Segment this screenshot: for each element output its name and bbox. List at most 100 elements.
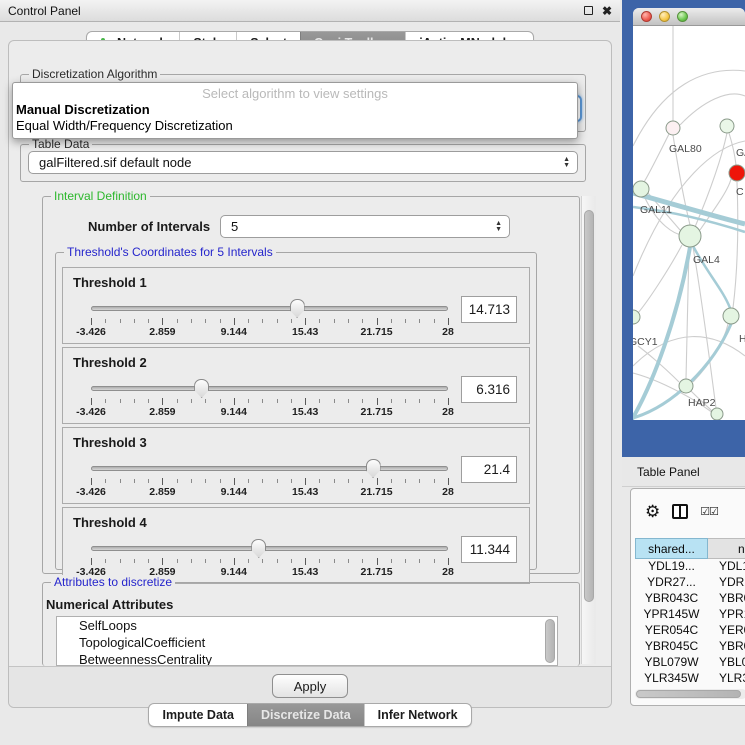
network-node[interactable] [679, 225, 701, 247]
threshold-slider-track[interactable] [91, 386, 448, 391]
thresholds-group-label: Threshold's Coordinates for 5 Intervals [64, 245, 276, 259]
table-horizontal-scrollbar[interactable] [635, 689, 745, 699]
threshold-slider-thumb[interactable] [366, 459, 381, 478]
network-node[interactable] [666, 121, 680, 135]
slider-tick [177, 559, 178, 563]
threshold-slider-thumb[interactable] [194, 379, 209, 398]
table-panel-toolbar: ⚙ ☑☑ [631, 489, 745, 533]
threshold-value-field[interactable]: 11.344 [461, 536, 517, 563]
zoom-traffic-light-icon[interactable] [677, 11, 688, 22]
slider-tick [220, 559, 221, 563]
threshold-slider-track[interactable] [91, 466, 448, 471]
threshold-panel-1: Threshold 1-3.4262.8599.14415.4321.71528… [62, 267, 530, 344]
algorithm-option-manual[interactable]: Manual Discretization [13, 101, 577, 117]
slider-tick [91, 478, 92, 485]
interval-definition-label: Interval Definition [51, 189, 150, 203]
apply-button[interactable]: Apply [272, 674, 348, 698]
table-row[interactable]: YDR27...YDR2 [635, 575, 745, 591]
cell-name: YBR0 [708, 639, 745, 655]
slider-tick [248, 399, 249, 403]
network-node-label: GAL80 [669, 143, 702, 155]
algorithm-placeholder-option[interactable]: Select algorithm to view settings [13, 83, 577, 101]
discretization-algorithm-label: Discretization Algorithm [29, 67, 160, 81]
slider-tick [419, 399, 420, 403]
tab-infer-network[interactable]: Infer Network [364, 704, 471, 726]
network-node[interactable] [679, 379, 693, 393]
slider-tick [162, 398, 163, 405]
slider-tick [162, 478, 163, 485]
attribute-list-item[interactable]: TopologicalCoefficient [57, 634, 557, 651]
threshold-slider-track[interactable] [91, 306, 448, 311]
threshold-value-field[interactable]: 21.4 [461, 456, 517, 483]
network-node[interactable] [633, 181, 649, 197]
cell-shared-name: YBR045C [635, 639, 708, 655]
slider-tick [220, 399, 221, 403]
network-node[interactable] [729, 165, 745, 181]
tab-impute-data[interactable]: Impute Data [149, 704, 247, 726]
table-row[interactable]: YLR345WYLR3 [635, 671, 745, 687]
slider-tick [134, 479, 135, 483]
slider-tick [191, 559, 192, 563]
minimize-traffic-light-icon[interactable] [659, 11, 670, 22]
slider-tick [362, 479, 363, 483]
threshold-slider-thumb[interactable] [290, 299, 305, 318]
table-row[interactable]: YDL19...YDL1 [635, 559, 745, 575]
network-node[interactable] [711, 408, 723, 420]
slider-tick [348, 479, 349, 483]
slider-tick [105, 479, 106, 483]
select-columns-icon[interactable]: ☑☑ [700, 505, 718, 518]
slider-scale-label: 21.715 [361, 326, 393, 338]
threshold-value-field[interactable]: 6.316 [461, 376, 517, 403]
table-panel-title: Table Panel [637, 465, 700, 479]
cell-name: YBR0 [708, 591, 745, 607]
table-row[interactable]: YBL079WYBL0 [635, 655, 745, 671]
slider-tick [191, 399, 192, 403]
bottom-tab-group: Impute DataDiscretize DataInfer Network [148, 703, 471, 727]
threshold-panel-3: Threshold 3-3.4262.8599.14415.4321.71528… [62, 427, 530, 504]
table-panel: ⚙ ☑☑ shared... na YDL19...YDL1YDR27...YD… [630, 488, 745, 706]
network-node[interactable] [723, 308, 739, 324]
numerical-attributes-list[interactable]: SelfLoopsTopologicalCoefficientBetweenne… [56, 616, 558, 666]
column-header-name[interactable]: na [708, 538, 745, 559]
column-header-shared-name[interactable]: shared... [635, 538, 708, 559]
content-scrollbar[interactable] [581, 196, 596, 664]
table-row[interactable]: YER054CYER0 [635, 623, 745, 639]
close-traffic-light-icon[interactable] [641, 11, 652, 22]
attribute-list-item[interactable]: SelfLoops [57, 617, 557, 634]
attribute-list-item[interactable]: BetweennessCentrality [57, 651, 557, 666]
slider-tick [377, 478, 378, 485]
close-icon[interactable]: ✖ [602, 5, 612, 17]
split-panel-icon[interactable] [672, 504, 688, 519]
slider-scale-label: -3.426 [76, 326, 106, 338]
slider-tick [305, 398, 306, 405]
slider-tick [277, 559, 278, 563]
algorithm-option-equal-width[interactable]: Equal Width/Frequency Discretization [13, 117, 577, 133]
table-row[interactable]: YPR145WYPR1 [635, 607, 745, 623]
gear-icon[interactable]: ⚙ [645, 503, 660, 520]
slider-tick [362, 559, 363, 563]
network-node[interactable] [720, 119, 734, 133]
slider-tick [319, 559, 320, 563]
threshold-slider-track[interactable] [91, 546, 448, 551]
table-row[interactable]: YBR043CYBR0 [635, 591, 745, 607]
network-canvas[interactable]: GAL80GACGAL11GAL4GCY1HHAP2 [633, 26, 745, 420]
slider-tick [262, 319, 263, 323]
bottom-tab-bar: Impute DataDiscretize DataInfer Network [0, 703, 620, 727]
slider-tick [248, 559, 249, 563]
network-node-label: HAP2 [688, 397, 716, 409]
cell-shared-name: YDL19... [635, 559, 708, 575]
cell-name: YPR1 [708, 607, 745, 623]
tab-discretize-data[interactable]: Discretize Data [247, 704, 364, 726]
float-window-icon[interactable] [584, 6, 593, 15]
slider-tick [191, 479, 192, 483]
threshold-slider-thumb[interactable] [251, 539, 266, 558]
content-scrollbar-thumb[interactable] [584, 210, 594, 602]
slider-tick [291, 399, 292, 403]
number-of-intervals-combobox[interactable]: 5 ▲▼ [220, 215, 510, 238]
table-data-value: galFiltered.sif default node [39, 155, 191, 170]
attributes-scrollbar-thumb[interactable] [545, 619, 555, 663]
table-horizontal-scrollbar-thumb[interactable] [636, 690, 741, 698]
table-row[interactable]: YBR045CYBR0 [635, 639, 745, 655]
threshold-value-field[interactable]: 14.713 [461, 296, 517, 323]
table-data-combobox[interactable]: galFiltered.sif default node ▲▼ [28, 151, 578, 174]
